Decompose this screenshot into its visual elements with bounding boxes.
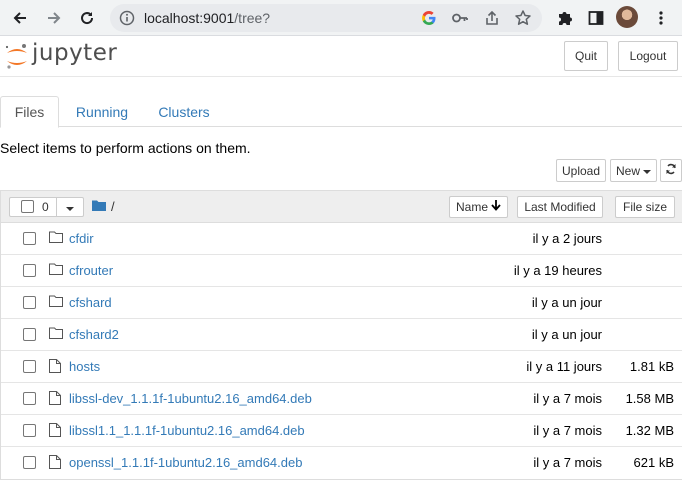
- forward-icon[interactable]: [42, 6, 66, 30]
- folder-icon: [49, 295, 63, 309]
- jupyter-header: jupyter Quit Logout: [0, 37, 682, 77]
- row-checkbox[interactable]: [23, 424, 36, 437]
- jupyter-logo-text[interactable]: jupyter: [32, 40, 117, 66]
- item-size: 1.81 kB: [629, 359, 674, 374]
- sort-last-modified-button[interactable]: Last Modified: [517, 196, 603, 218]
- new-dropdown-button[interactable]: New: [610, 159, 657, 182]
- tab-clusters[interactable]: Clusters: [148, 96, 220, 127]
- file-list-row[interactable]: hosts il y a 11 jours 1.81 kB: [1, 351, 682, 383]
- row-checkbox[interactable]: [23, 456, 36, 469]
- address-bar[interactable]: localhost:9001/tree?: [110, 4, 542, 32]
- jupyter-logo-icon[interactable]: [4, 41, 30, 74]
- row-checkbox[interactable]: [23, 264, 36, 277]
- select-dropdown-button[interactable]: [57, 197, 84, 217]
- item-name[interactable]: cfdir: [69, 231, 94, 246]
- file-list-row[interactable]: cfshard il y a un jour: [1, 287, 682, 319]
- item-name[interactable]: hosts: [69, 359, 100, 374]
- quit-button[interactable]: Quit: [564, 41, 608, 71]
- profile-avatar[interactable]: [616, 6, 638, 28]
- item-modified: il y a 19 heures: [513, 263, 602, 278]
- item-modified: il y a 11 jours: [526, 359, 602, 374]
- sort-name-label: Name: [455, 200, 488, 214]
- url-text: localhost:9001/tree?: [144, 10, 270, 26]
- url-host: localhost:9001: [144, 10, 235, 26]
- item-modified: il y a 7 mois: [533, 455, 602, 470]
- row-checkbox[interactable]: [23, 328, 36, 341]
- file-list: 0 / Name Last Modified File size cfdir i…: [0, 190, 682, 480]
- item-name[interactable]: libssl-dev_1.1.1f-1ubuntu2.16_amd64.deb: [69, 391, 312, 406]
- back-icon[interactable]: [8, 6, 32, 30]
- file-list-row[interactable]: cfshard2 il y a un jour: [1, 319, 682, 351]
- row-checkbox[interactable]: [23, 232, 36, 245]
- share-icon[interactable]: [483, 9, 501, 27]
- selected-count: 0: [42, 200, 49, 214]
- logout-button[interactable]: Logout: [618, 41, 678, 71]
- file-icon: [49, 359, 63, 373]
- file-icon: [49, 391, 63, 405]
- folder-icon: [49, 263, 63, 277]
- file-list-row[interactable]: cfdir il y a 2 jours: [1, 223, 682, 255]
- file-list-header: 0 / Name Last Modified File size: [1, 191, 682, 223]
- sort-file-size-button[interactable]: File size: [615, 196, 675, 218]
- site-info-icon[interactable]: [118, 9, 136, 27]
- tab-files[interactable]: Files: [0, 96, 59, 128]
- file-list-row[interactable]: openssl_1.1.1f-1ubuntu2.16_amd64.deb il …: [1, 447, 682, 479]
- breadcrumb-path[interactable]: /: [111, 199, 115, 214]
- item-name[interactable]: cfrouter: [69, 263, 113, 278]
- google-icon[interactable]: [420, 9, 438, 27]
- caret-down-icon: [643, 164, 651, 178]
- bookmark-star-icon[interactable]: [514, 9, 532, 27]
- select-all-control[interactable]: 0: [9, 197, 57, 217]
- refresh-icon: [665, 163, 677, 178]
- file-icon: [49, 455, 63, 469]
- selection-hint: Select items to perform actions on them.: [0, 140, 251, 156]
- url-path: /tree?: [234, 10, 271, 26]
- file-list-row[interactable]: libssl-dev_1.1.1f-1ubuntu2.16_amd64.deb …: [1, 383, 682, 415]
- caret-down-icon: [66, 200, 74, 215]
- folder-icon: [49, 231, 63, 245]
- item-size: 1.32 MB: [625, 423, 674, 438]
- row-checkbox[interactable]: [23, 296, 36, 309]
- browser-toolbar: localhost:9001/tree?: [0, 0, 682, 36]
- row-checkbox[interactable]: [23, 360, 36, 373]
- item-modified: il y a 7 mois: [533, 423, 602, 438]
- breadcrumb: /: [92, 199, 115, 214]
- folder-root-icon[interactable]: [92, 199, 106, 214]
- new-button-label: New: [615, 163, 640, 178]
- password-key-icon[interactable]: [451, 9, 469, 27]
- upload-button[interactable]: Upload: [556, 159, 606, 182]
- file-list-row[interactable]: cfrouter il y a 19 heures: [1, 255, 682, 287]
- item-size: 1.58 MB: [625, 391, 674, 406]
- folder-icon: [49, 327, 63, 341]
- item-name[interactable]: openssl_1.1.1f-1ubuntu2.16_amd64.deb: [69, 455, 302, 470]
- extensions-puzzle-icon[interactable]: [553, 6, 577, 30]
- reload-icon[interactable]: [75, 6, 99, 30]
- select-all-checkbox[interactable]: [21, 200, 34, 213]
- item-modified: il y a 2 jours: [532, 231, 602, 246]
- refresh-button[interactable]: [660, 159, 682, 182]
- side-panel-icon[interactable]: [584, 6, 608, 30]
- item-size: 621 kB: [633, 455, 674, 470]
- item-name[interactable]: libssl1.1_1.1.1f-1ubuntu2.16_amd64.deb: [69, 423, 305, 438]
- tab-running[interactable]: Running: [66, 96, 138, 127]
- file-icon: [49, 423, 63, 437]
- arrow-down-icon: [491, 200, 501, 214]
- item-modified: il y a un jour: [531, 327, 602, 342]
- file-list-row[interactable]: libssl1.1_1.1.1f-1ubuntu2.16_amd64.deb i…: [1, 415, 682, 447]
- item-name[interactable]: cfshard: [69, 295, 112, 310]
- sort-name-button[interactable]: Name: [449, 196, 508, 218]
- item-modified: il y a un jour: [531, 295, 602, 310]
- menu-kebab-icon[interactable]: [649, 6, 673, 30]
- tab-bar: Files Running Clusters: [0, 96, 682, 128]
- row-checkbox[interactable]: [23, 392, 36, 405]
- item-name[interactable]: cfshard2: [69, 327, 119, 342]
- item-modified: il y a 7 mois: [533, 391, 602, 406]
